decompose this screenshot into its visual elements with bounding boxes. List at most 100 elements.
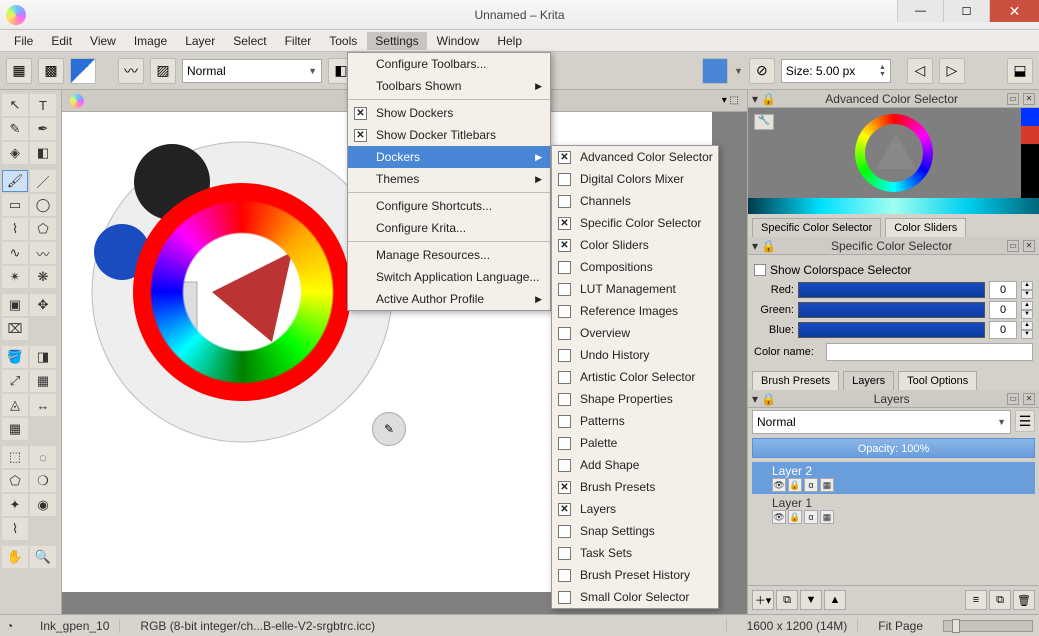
mi-show-titlebars[interactable]: ✕Show Docker Titlebars <box>348 124 550 146</box>
freehand-select-tool[interactable]: ❍ <box>30 470 56 492</box>
zoom-slider[interactable] <box>943 620 1033 632</box>
poly-select-tool[interactable]: ⬠ <box>2 470 28 492</box>
polygon-tool[interactable]: ⬠ <box>30 218 56 240</box>
mi-docker-color-sliders[interactable]: ✕Color Sliders <box>552 234 718 256</box>
gradient-button[interactable]: ▦ <box>6 58 32 84</box>
close-icon[interactable]: ✕ <box>1023 393 1035 405</box>
red-value[interactable]: 0 <box>989 281 1017 299</box>
mi-configure-krita[interactable]: Configure Krita... <box>348 217 550 239</box>
menu-edit[interactable]: Edit <box>43 32 80 50</box>
ellipse-select-tool[interactable]: ◌ <box>30 446 56 468</box>
transform-tool[interactable]: ▣ <box>2 294 28 316</box>
measure-tool[interactable]: ↔ <box>30 394 56 416</box>
color-wheel[interactable] <box>855 114 933 192</box>
mi-active-author[interactable]: Active Author Profile▶ <box>348 288 550 310</box>
assistant-tool[interactable]: ◬ <box>2 394 28 416</box>
close-icon[interactable]: ✕ <box>1023 240 1035 252</box>
green-value[interactable]: 0 <box>989 301 1017 319</box>
menu-image[interactable]: Image <box>126 32 175 50</box>
menu-select[interactable]: Select <box>225 32 274 50</box>
mi-docker-task-sets[interactable]: Task Sets <box>552 542 718 564</box>
float-icon[interactable]: ▭ <box>1007 93 1019 105</box>
eye-icon[interactable]: 👁 <box>772 478 786 492</box>
show-colorspace-checkbox[interactable]: Show Colorspace Selector <box>754 263 1033 277</box>
pattern-fill-tool[interactable]: ▦ <box>30 370 56 392</box>
tab-layers[interactable]: Layers <box>843 371 894 390</box>
layer-opacity-slider[interactable]: Opacity: 100% <box>752 438 1035 458</box>
menu-tools[interactable]: Tools <box>321 32 365 50</box>
color-picker-tool[interactable]: ⤢ <box>2 370 28 392</box>
brush-preset-button[interactable]: 〰 <box>118 58 144 84</box>
alpha-icon[interactable]: α <box>804 510 818 524</box>
menu-help[interactable]: Help <box>489 32 530 50</box>
mi-docker-artistic-color-selector[interactable]: Artistic Color Selector <box>552 366 718 388</box>
edit-shape-tool[interactable]: ✎ <box>2 118 28 140</box>
blend-mode-combo[interactable]: Normal ▼ <box>182 59 322 83</box>
brush-size-field[interactable]: Size: 5.00 px ▲▼ <box>781 59 891 83</box>
maximize-button[interactable]: ☐ <box>943 0 989 22</box>
close-icon[interactable]: ✕ <box>1023 93 1035 105</box>
bezier-select-tool[interactable]: ⌇ <box>2 518 28 540</box>
mi-docker-undo-history[interactable]: Undo History <box>552 344 718 366</box>
gradient-tool[interactable]: ◨ <box>30 346 56 368</box>
minimize-button[interactable]: — <box>897 0 943 22</box>
text-tool[interactable]: T <box>30 94 56 116</box>
mi-docker-overview[interactable]: Overview <box>552 322 718 344</box>
menu-file[interactable]: File <box>6 32 41 50</box>
move-layer-tool[interactable]: ✥ <box>30 294 56 316</box>
move-up-button[interactable]: ▲ <box>824 590 846 610</box>
layer-blend-combo[interactable]: Normal▼ <box>752 410 1011 434</box>
shade-bar[interactable] <box>748 198 1039 214</box>
mi-docker-compositions[interactable]: Compositions <box>552 256 718 278</box>
calligraphy-tool[interactable]: ✒ <box>30 118 56 140</box>
eye-icon[interactable]: 👁 <box>772 510 786 524</box>
pan-tool[interactable]: ✋ <box>2 546 28 568</box>
lock-icon[interactable]: 🔒 <box>788 510 802 524</box>
alpha-icon[interactable]: α <box>804 478 818 492</box>
mi-toolbars-shown[interactable]: Toolbars Shown▶ <box>348 75 550 97</box>
acs-body[interactable]: 🔧 <box>748 108 1039 198</box>
layers-titlebar[interactable]: ▾ 🔒Layers ▭ ✕ <box>748 390 1039 408</box>
green-slider[interactable] <box>798 302 985 318</box>
mi-docker-snap-settings[interactable]: Snap Settings <box>552 520 718 542</box>
float-icon[interactable]: ▭ <box>1007 393 1019 405</box>
dyna-tool[interactable]: ✴ <box>2 266 28 288</box>
bezier-tool[interactable]: ∿ <box>2 242 28 264</box>
ellipse-tool[interactable]: ◯ <box>30 194 56 216</box>
freehand-path-tool[interactable]: 〰 <box>30 242 56 264</box>
dock-float-icon[interactable]: ▾ ⬚ <box>722 95 739 106</box>
menu-view[interactable]: View <box>82 32 124 50</box>
menu-window[interactable]: Window <box>429 32 488 50</box>
menu-filter[interactable]: Filter <box>277 32 320 50</box>
mi-docker-brush-presets[interactable]: ✕Brush Presets <box>552 476 718 498</box>
mi-docker-digital-colors-mixer[interactable]: Digital Colors Mixer <box>552 168 718 190</box>
color-swatch[interactable] <box>702 58 728 84</box>
move-tool[interactable]: ↖ <box>2 94 28 116</box>
layer-item-1[interactable]: Layer 1 👁🔒α▦ <box>752 494 1035 526</box>
multibrush-tool[interactable]: ❋ <box>30 266 56 288</box>
mi-docker-layers[interactable]: ✕Layers <box>552 498 718 520</box>
mi-manage-resources[interactable]: Manage Resources... <box>348 244 550 266</box>
mi-dockers[interactable]: Dockers▶ <box>348 146 550 168</box>
crop-tool[interactable]: ⌧ <box>2 318 28 340</box>
mi-docker-shape-properties[interactable]: Shape Properties <box>552 388 718 410</box>
mi-docker-patterns[interactable]: Patterns <box>552 410 718 432</box>
duplicate-layer-button[interactable]: ⧉ <box>776 590 798 610</box>
mi-docker-advanced-color-selector[interactable]: ✕Advanced Color Selector <box>552 146 718 168</box>
contiguous-select-tool[interactable]: ✦ <box>2 494 28 516</box>
layer-props-button[interactable]: ≡ <box>965 590 987 610</box>
tab-color-sliders[interactable]: Color Sliders <box>885 218 966 237</box>
acs-titlebar[interactable]: ▾ 🔒Advanced Color Selector ▭ ✕ <box>748 90 1039 108</box>
lock-icon[interactable]: 🔒 <box>788 478 802 492</box>
layer-filter-button[interactable]: ☰ <box>1015 410 1035 432</box>
mi-themes[interactable]: Themes▶ <box>348 168 550 190</box>
menu-settings[interactable]: Settings <box>367 32 426 50</box>
menu-layer[interactable]: Layer <box>177 32 223 50</box>
mi-docker-channels[interactable]: Channels <box>552 190 718 212</box>
mi-docker-reference-images[interactable]: Reference Images <box>552 300 718 322</box>
blue-value[interactable]: 0 <box>989 321 1017 339</box>
scs-titlebar[interactable]: ▾ 🔒Specific Color Selector ▭ ✕ <box>748 237 1039 255</box>
mi-docker-palette[interactable]: Palette <box>552 432 718 454</box>
rect-select-tool[interactable]: ⬚ <box>2 446 28 468</box>
color-name-input[interactable] <box>826 343 1033 361</box>
